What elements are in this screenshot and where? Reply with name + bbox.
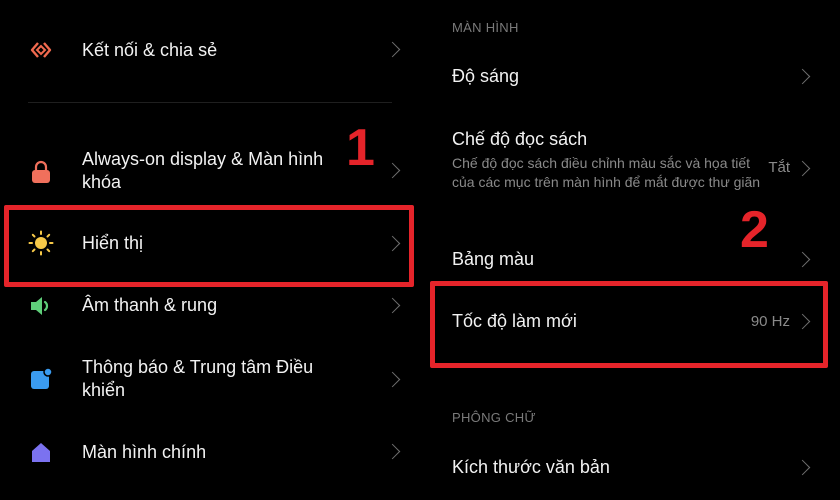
divider [28,102,392,103]
brightness-label: Độ sáng [452,66,520,86]
chevron-right-icon [384,162,401,179]
notification-icon [28,366,54,392]
chevron-right-icon [384,41,401,58]
highlight-box-refresh-rate [430,281,828,368]
color-palette-label: Bảng màu [452,249,535,269]
home-icon [28,439,54,465]
display-settings-panel: MÀN HÌNH Độ sáng Chế độ đọc sách Chế độ … [420,0,840,500]
settings-item-connection[interactable]: Kết nối & chia sẻ [0,28,420,72]
reading-mode-label: Chế độ đọc sách [452,129,588,149]
step-number-1: 1 [346,119,375,177]
settings-item-label: Kết nối & chia sẻ [82,40,218,60]
settings-item-brightness[interactable]: Độ sáng [420,55,840,99]
chevron-right-icon [384,443,401,460]
chevron-right-icon [794,459,811,476]
settings-item-label: Âm thanh & rung [82,295,218,315]
chevron-right-icon [384,297,401,314]
chevron-right-icon [794,68,811,85]
chevron-right-icon [384,371,401,388]
section-header-display: MÀN HÌNH [452,20,519,35]
settings-item-label: Thông báo & Trung tâm Điều khiển [82,357,314,400]
section-header-font: PHÔNG CHỮ [452,410,536,425]
settings-list: Kết nối & chia sẻ Always-on display & Mà… [0,0,420,500]
settings-item-reading-mode[interactable]: Chế độ đọc sách Chế độ đọc sách điều chỉ… [420,125,840,210]
speaker-icon [28,293,54,319]
settings-item-notifications[interactable]: Thông báo & Trung tâm Điều khiển [0,352,420,406]
highlight-box-display [4,205,414,287]
lock-icon [28,159,54,185]
connection-icon [28,37,54,63]
chevron-right-icon [794,251,811,268]
settings-item-sound[interactable]: Âm thanh & rung [0,283,420,329]
settings-item-label: Always-on display & Màn hình khóa [82,149,324,192]
settings-item-color-palette[interactable]: Bảng màu [420,238,840,282]
settings-item-label: Màn hình chính [82,442,207,462]
reading-mode-description: Chế độ đọc sách điều chỉnh màu sắc và họ… [452,155,761,190]
chevron-right-icon [794,160,811,177]
settings-item-text-size[interactable]: Kích thước văn bản [420,446,840,490]
text-size-label: Kích thước văn bản [452,457,610,477]
settings-item-home-screen[interactable]: Màn hình chính [0,430,420,474]
reading-mode-value: Tắt [768,159,790,176]
